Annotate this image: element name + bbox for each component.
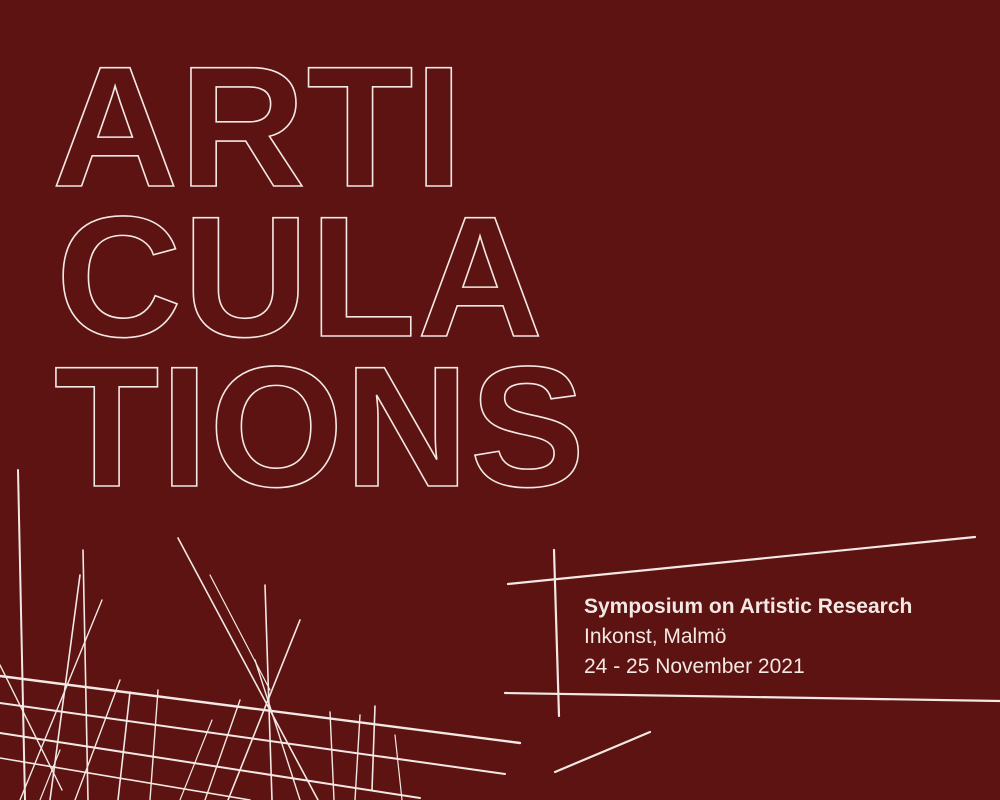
stick-line [17, 469, 26, 800]
stick-line [371, 705, 376, 791]
stick-line [19, 599, 103, 800]
stick-line [394, 734, 403, 800]
frame-line-top [506, 535, 977, 586]
stick-line [209, 574, 271, 691]
stick-line [117, 691, 131, 800]
stick-line [354, 714, 361, 800]
poster: ARTI CULA TIONS Symposium on Artistic Re… [0, 0, 1000, 800]
stick-line [49, 574, 81, 800]
stick-line [553, 730, 652, 774]
frame-line-bottom [503, 691, 1000, 703]
title-line-3: TIONS [54, 331, 586, 523]
stick-line [74, 679, 121, 800]
stick-line [179, 719, 213, 800]
stick-line [82, 549, 89, 800]
stick-line [329, 711, 335, 800]
title-outline: ARTI CULA TIONS [51, 30, 586, 524]
frame-line-vertical [552, 548, 561, 718]
stick-line [0, 674, 522, 745]
event-title: Symposium on Artistic Research [584, 595, 913, 618]
stick-line [39, 749, 61, 800]
event-dates: 24 - 25 November 2021 [584, 655, 805, 678]
event-info: Symposium on Artistic Research Inkonst, … [584, 592, 912, 682]
stick-line [177, 537, 319, 800]
stick-line [254, 659, 301, 800]
event-venue: Inkonst, Malmö [584, 625, 727, 648]
